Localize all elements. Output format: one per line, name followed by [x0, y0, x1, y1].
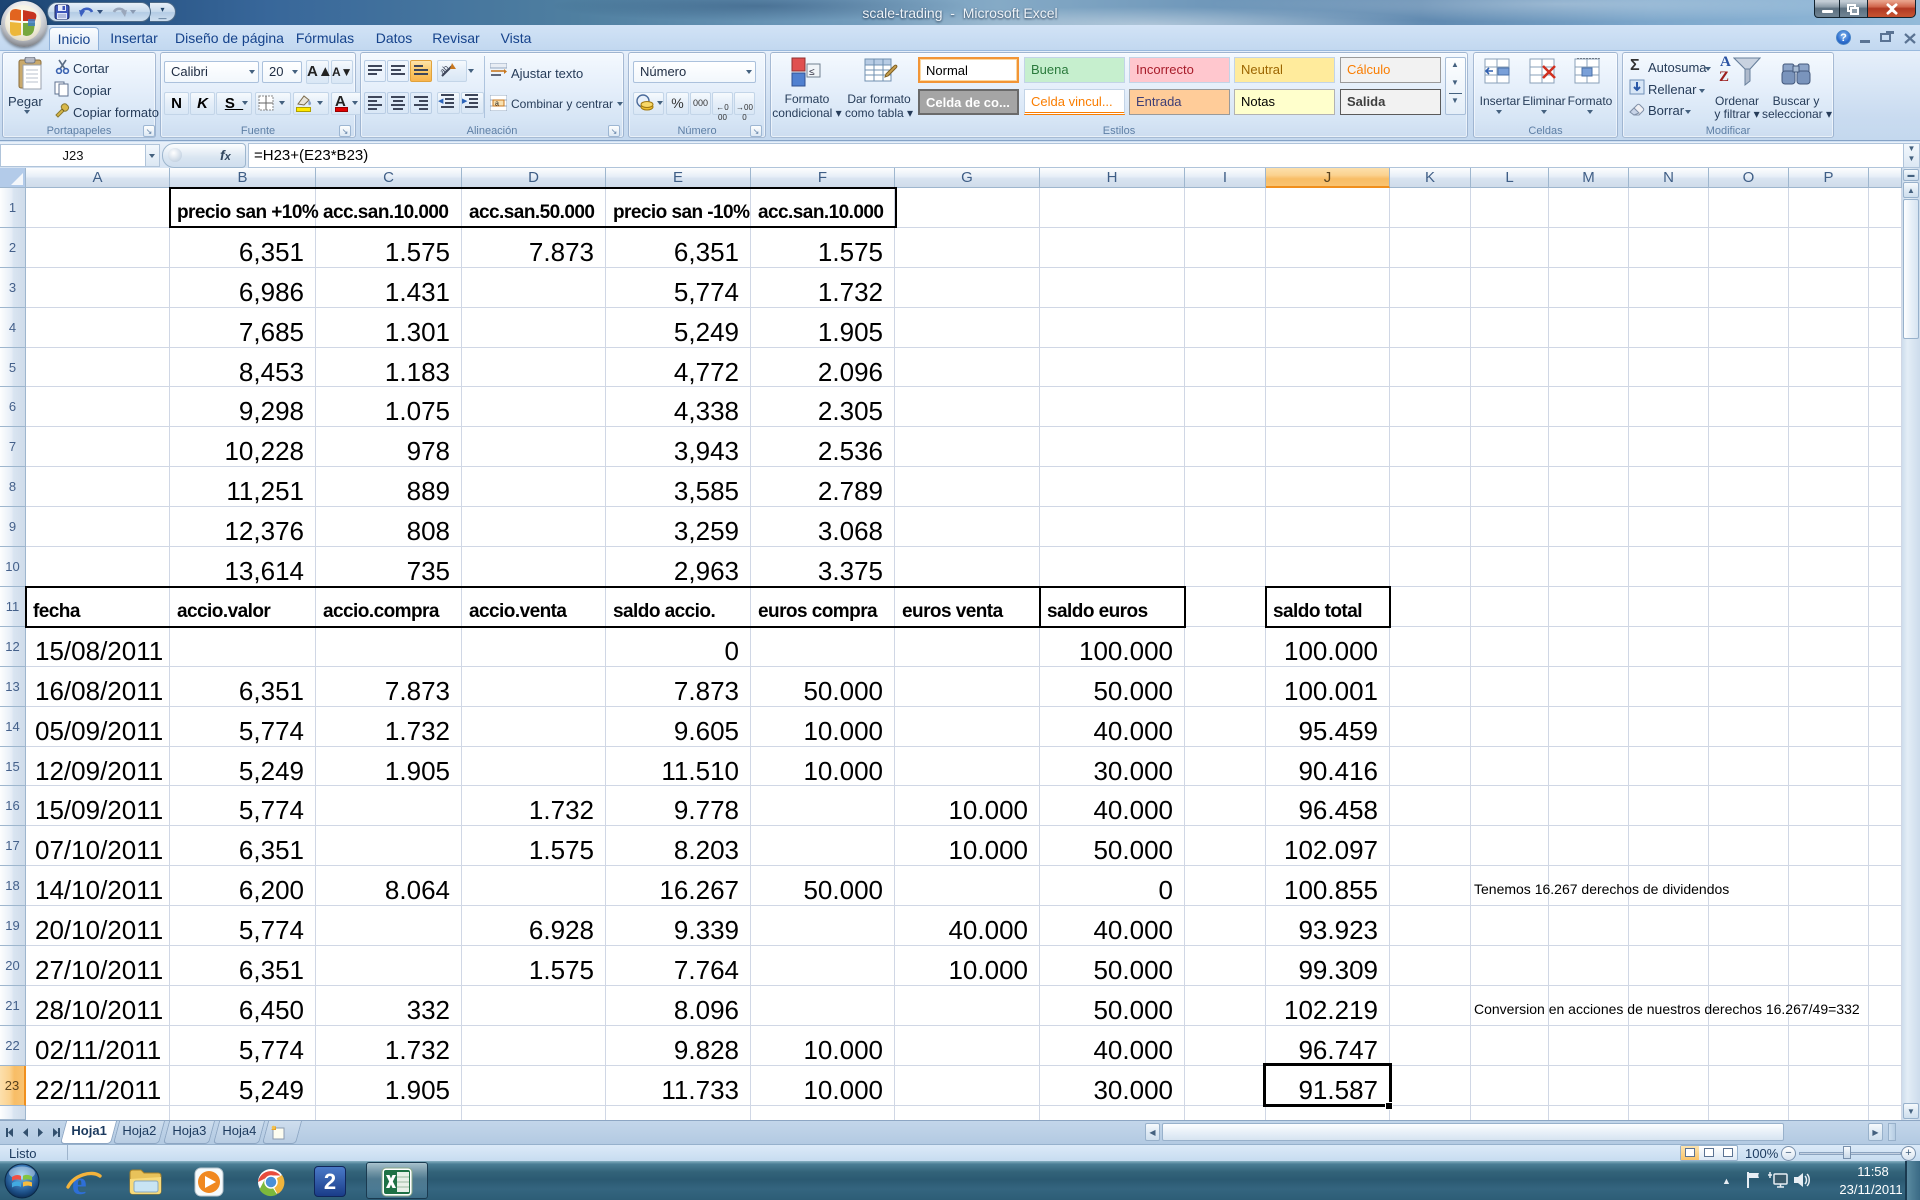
svg-text:e: e: [72, 1166, 87, 1200]
svg-text:≤: ≤: [809, 67, 815, 78]
svg-text:ab: ab: [440, 63, 451, 76]
svg-text:a: a: [495, 101, 499, 108]
